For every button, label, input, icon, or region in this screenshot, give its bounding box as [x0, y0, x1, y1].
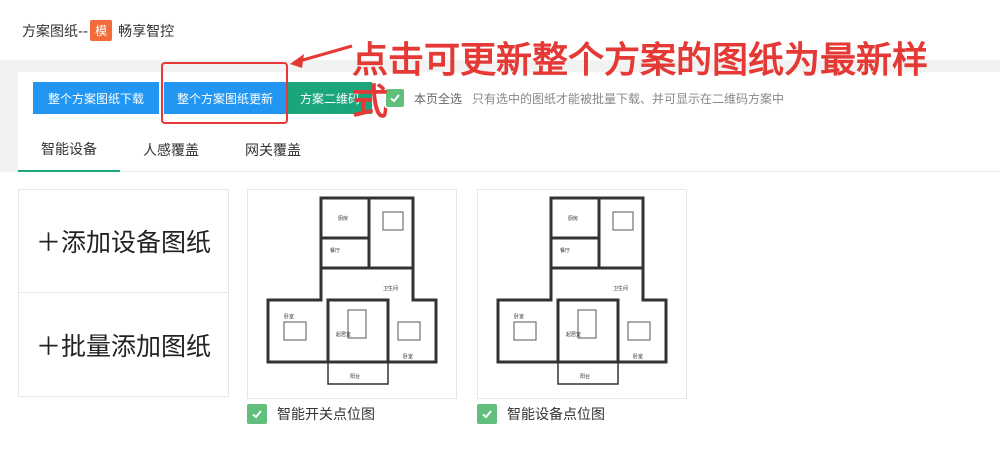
- balcony-label: 阳台: [350, 373, 360, 380]
- tab-gateway-coverage[interactable]: 网关覆盖: [222, 128, 324, 172]
- drawing-checkbox[interactable]: [247, 404, 267, 424]
- bathroom-label: 卫生间: [613, 285, 628, 292]
- download-all-drawings-button[interactable]: 整个方案图纸下载: [33, 82, 159, 114]
- dining-label: 餐厅: [560, 247, 570, 254]
- template-badge: 模: [90, 20, 113, 41]
- kitchen-label: 厨房: [568, 215, 578, 222]
- tab-motion-coverage[interactable]: 人感覆盖: [120, 128, 222, 172]
- bathroom-label: 卫生间: [383, 285, 398, 292]
- add-drawing-panel: ＋添加设备图纸 ＋批量添加图纸: [18, 189, 229, 397]
- batch-add-drawing-button[interactable]: ＋批量添加图纸: [19, 293, 228, 396]
- floorplan-image: 厨房 餐厅 卫生间 卧室 起居室 卧室 阳台: [496, 196, 668, 385]
- bedroom-label: 卧室: [284, 313, 294, 320]
- drawing-caption-text: 智能设备点位图: [507, 407, 605, 423]
- drawing-caption: 智能设备点位图: [477, 404, 605, 424]
- drawing-checkbox[interactable]: [477, 404, 497, 424]
- balcony-label: 阳台: [580, 373, 590, 380]
- bedroom-label: 卧室: [403, 353, 413, 360]
- tab-smart-devices[interactable]: 智能设备: [18, 128, 120, 172]
- kitchen-label: 厨房: [338, 215, 348, 222]
- annotation-text: 点击可更新整个方案的图纸为最新样式: [352, 40, 929, 123]
- page-title-text: 方案图纸--: [22, 23, 89, 40]
- check-icon: [482, 410, 492, 419]
- drawing-caption-text: 智能开关点位图: [277, 407, 375, 423]
- check-icon: [252, 410, 262, 419]
- project-name: 畅享智控: [118, 23, 175, 40]
- dining-label: 餐厅: [330, 247, 340, 254]
- floorplan-image: 厨房 餐厅 卫生间 卧室 起居室 卧室 阳台: [266, 196, 438, 385]
- drawing-card[interactable]: 厨房 餐厅 卫生间 卧室 起居室 卧室 阳台: [247, 189, 457, 399]
- bedroom-label: 卧室: [514, 313, 524, 320]
- add-device-drawing-button[interactable]: ＋添加设备图纸: [19, 190, 228, 293]
- page-title: 方案图纸-- 模 畅享智控: [22, 20, 174, 41]
- drawing-content: ＋添加设备图纸 ＋批量添加图纸 厨房 餐厅 卫生间 卧室 起居室 卧室 阳台 厨…: [0, 172, 1000, 476]
- drawing-card[interactable]: 厨房 餐厅 卫生间 卧室 起居室 卧室 阳台: [477, 189, 687, 399]
- update-all-drawings-button[interactable]: 整个方案图纸更新: [164, 82, 286, 114]
- drawing-tabs: 智能设备 人感覆盖 网关覆盖: [18, 128, 1000, 172]
- bedroom-label: 卧室: [633, 353, 643, 360]
- arrow-icon: [290, 44, 353, 68]
- living-label: 起居室: [566, 331, 581, 338]
- living-label: 起居室: [336, 331, 351, 338]
- drawing-caption: 智能开关点位图: [247, 404, 375, 424]
